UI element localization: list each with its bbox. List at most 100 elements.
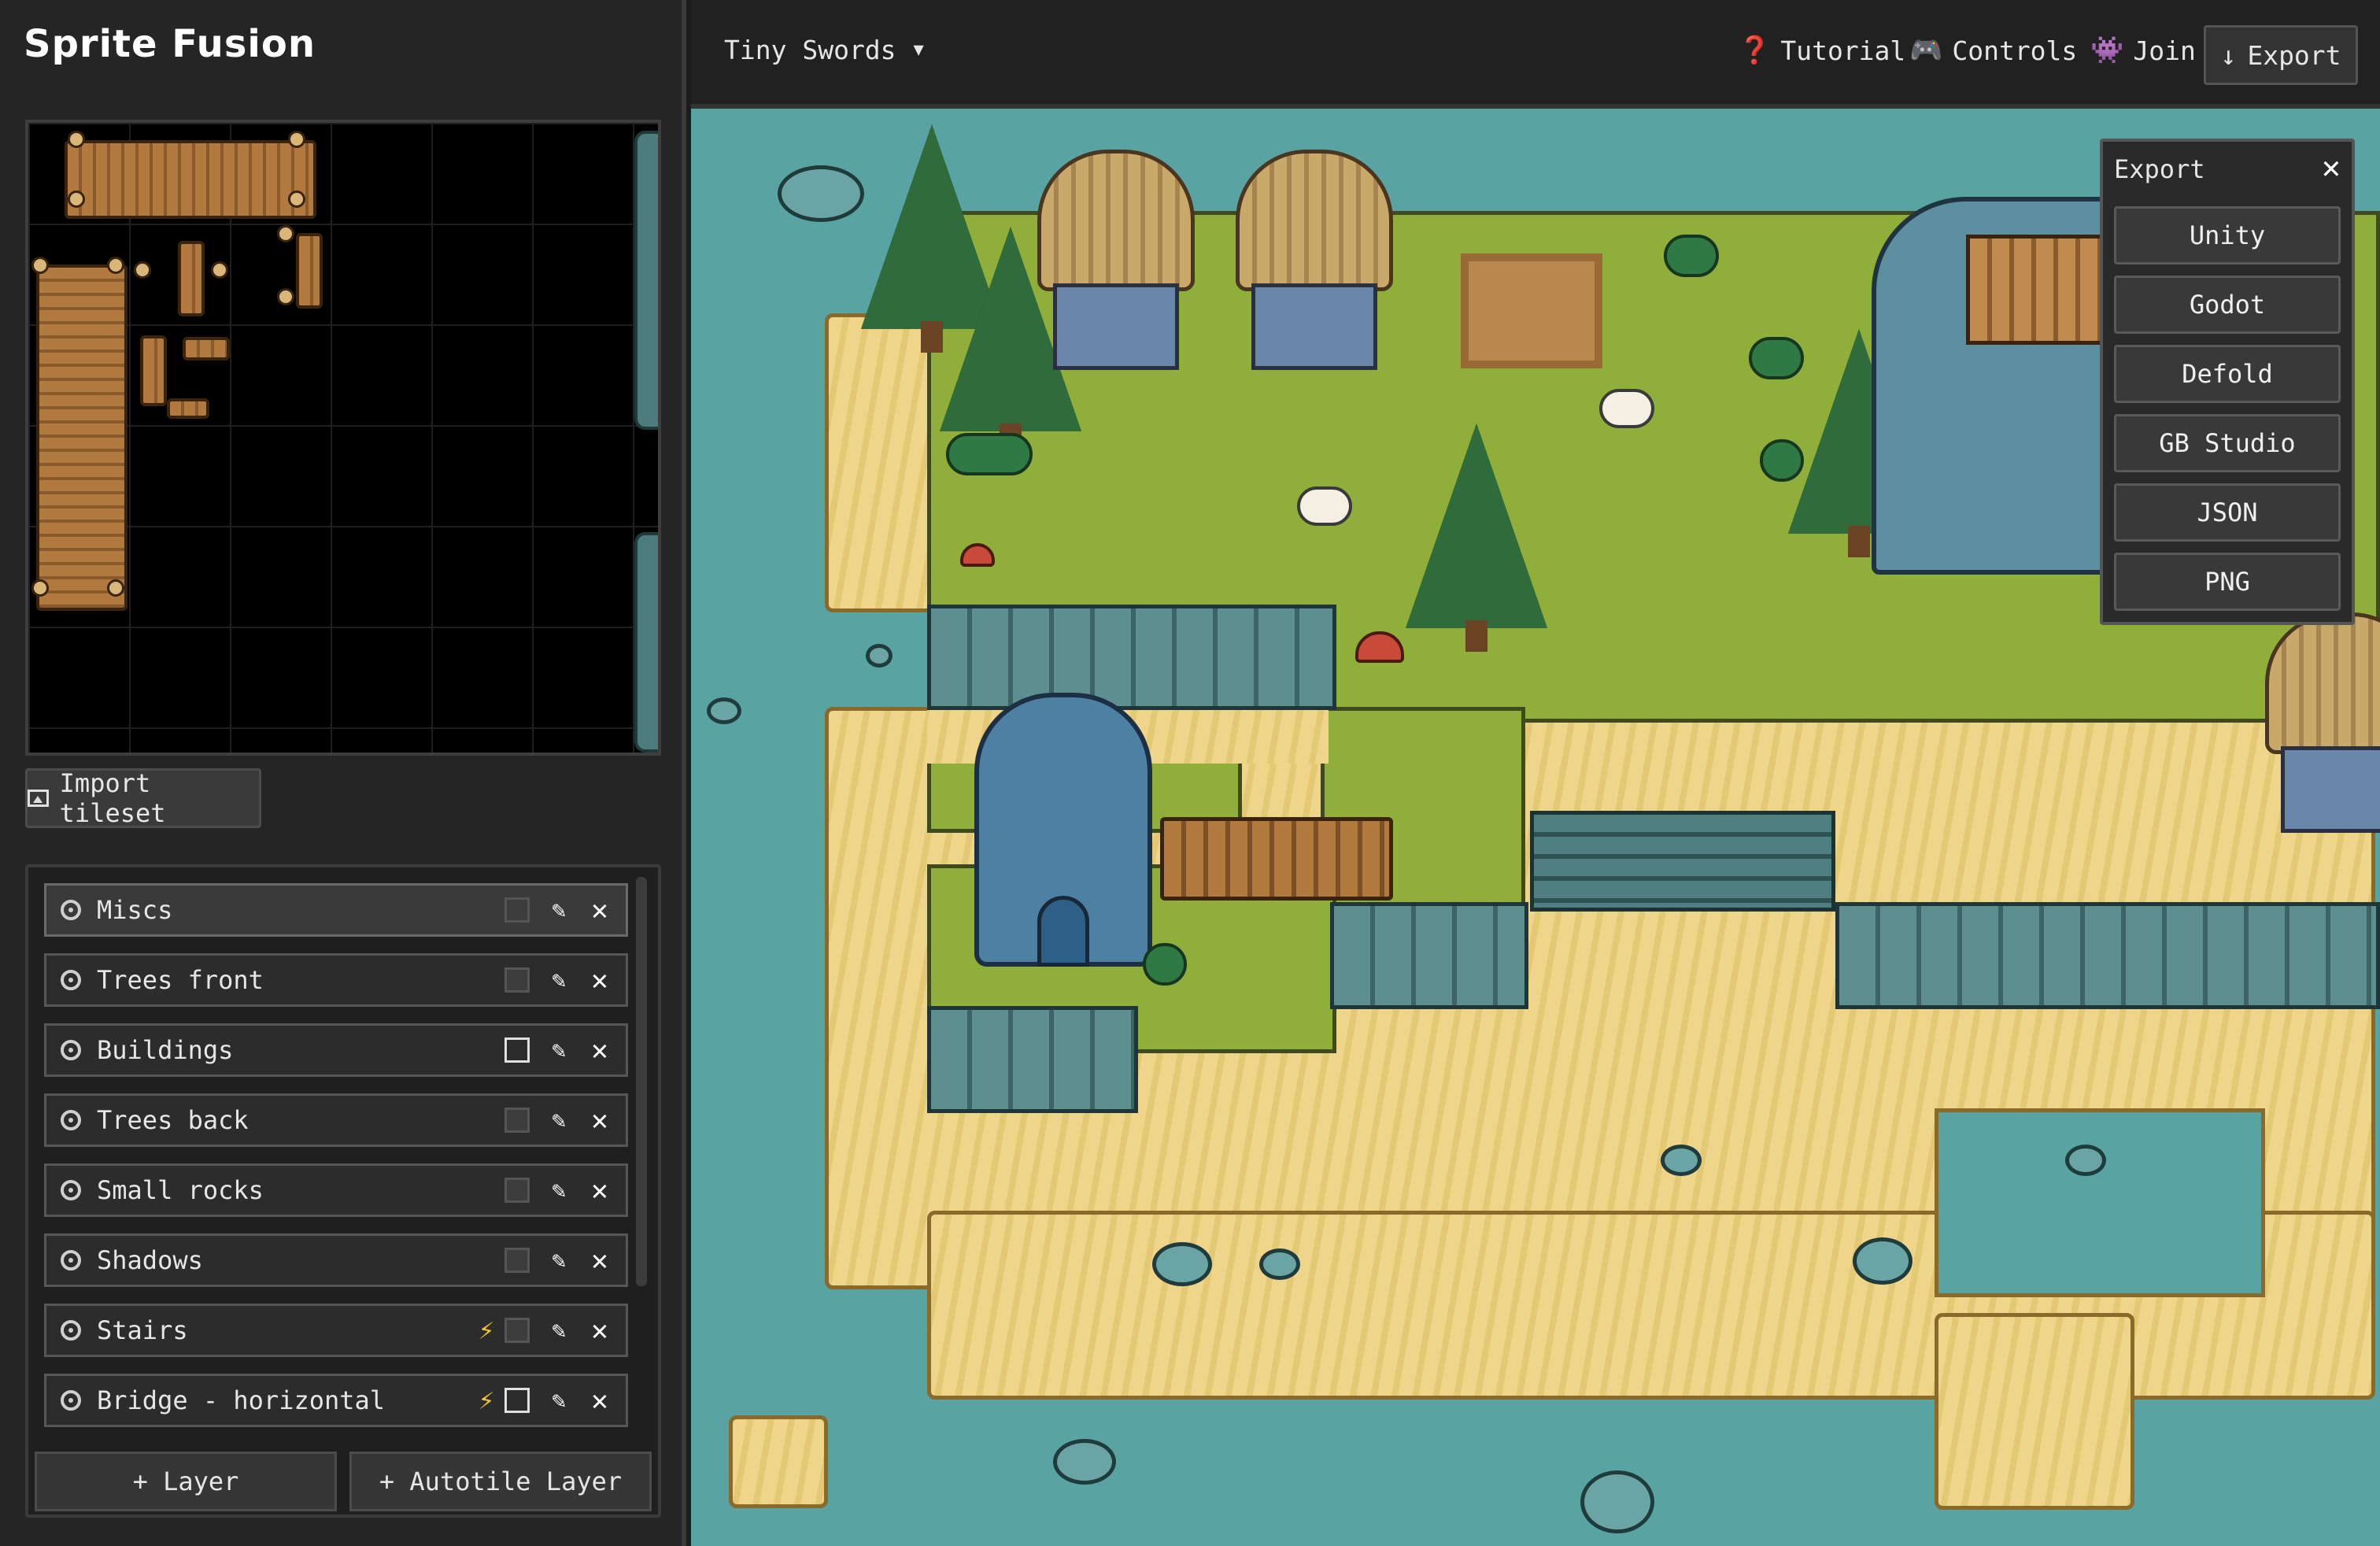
add-autotile-layer-button[interactable]: + Autotile Layer bbox=[349, 1452, 652, 1511]
opacity-toggle-icon[interactable] bbox=[504, 1108, 530, 1133]
add-layer-button[interactable]: + Layer bbox=[35, 1452, 337, 1511]
tileset-preview[interactable] bbox=[25, 120, 661, 756]
export-godot-button[interactable]: Godot bbox=[2114, 276, 2341, 334]
import-tileset-button[interactable]: Import tileset bbox=[25, 768, 261, 828]
tile-plank bbox=[167, 398, 209, 419]
delete-layer-icon[interactable]: ✕ bbox=[588, 1385, 612, 1417]
edit-pencil-icon[interactable]: ✎ bbox=[547, 1387, 571, 1415]
visibility-icon[interactable] bbox=[61, 1320, 81, 1341]
opacity-toggle-icon[interactable] bbox=[504, 1388, 530, 1413]
tile-rock-edge bbox=[634, 131, 658, 430]
visibility-icon[interactable] bbox=[61, 1110, 81, 1130]
export-button[interactable]: ↓ Export bbox=[2204, 25, 2358, 85]
export-unity-button[interactable]: Unity bbox=[2114, 206, 2341, 264]
opacity-toggle-icon[interactable] bbox=[504, 1248, 530, 1273]
delete-layer-icon[interactable]: ✕ bbox=[588, 964, 612, 997]
water-rock bbox=[2065, 1145, 2106, 1176]
export-panel-title: Export bbox=[2114, 154, 2205, 184]
sheep bbox=[1297, 486, 1352, 526]
layer-row[interactable]: Bridge - horizontal ⚡ ✎ ✕ bbox=[44, 1374, 628, 1427]
tower-door bbox=[1037, 896, 1089, 967]
visibility-icon[interactable] bbox=[61, 1180, 81, 1200]
sand-area bbox=[729, 1415, 828, 1508]
tile-peg bbox=[288, 131, 305, 148]
layer-name: Trees back bbox=[97, 1105, 249, 1135]
layers-scrollbar[interactable] bbox=[636, 877, 647, 1286]
autotile-bolt-icon: ⚡ bbox=[478, 1385, 495, 1416]
import-tileset-label: Import tileset bbox=[59, 768, 166, 828]
edit-pencil-icon[interactable]: ✎ bbox=[547, 1107, 571, 1134]
water-rock bbox=[707, 697, 741, 724]
water-rock bbox=[866, 644, 893, 668]
export-png-button[interactable]: PNG bbox=[2114, 553, 2341, 611]
download-arrow-icon: ↓ bbox=[2220, 39, 2237, 71]
layer-name: Stairs bbox=[97, 1315, 188, 1345]
visibility-icon[interactable] bbox=[61, 900, 81, 920]
water-rock bbox=[1053, 1439, 1116, 1485]
layer-row[interactable]: Shadows ✎ ✕ bbox=[44, 1233, 628, 1287]
export-gb-studio-button[interactable]: GB Studio bbox=[2114, 414, 2341, 472]
delete-layer-icon[interactable]: ✕ bbox=[588, 1174, 612, 1207]
opacity-toggle-icon[interactable] bbox=[504, 897, 530, 923]
water-rock bbox=[1580, 1470, 1654, 1533]
tutorial-label: Tutorial bbox=[1780, 35, 1906, 66]
edit-pencil-icon[interactable]: ✎ bbox=[547, 1247, 571, 1274]
opacity-toggle-icon[interactable] bbox=[504, 1037, 530, 1063]
water-inlet bbox=[1935, 1108, 2265, 1297]
delete-layer-icon[interactable]: ✕ bbox=[588, 1315, 612, 1347]
autotile-bolt-icon: ⚡ bbox=[478, 1315, 495, 1346]
layers-panel: Miscs ✎ ✕ Trees front ✎ ✕ Buildings ✎ ✕ bbox=[25, 864, 661, 1518]
tile-post bbox=[178, 241, 205, 316]
export-json-button[interactable]: JSON bbox=[2114, 483, 2341, 542]
edit-pencil-icon[interactable]: ✎ bbox=[547, 1177, 571, 1204]
visibility-icon[interactable] bbox=[61, 970, 81, 990]
bush bbox=[1760, 439, 1804, 482]
layer-name: Shadows bbox=[97, 1245, 203, 1275]
stairs bbox=[1530, 811, 1835, 912]
project-select[interactable]: Tiny Swords ▼ bbox=[724, 35, 924, 65]
thatched-hut bbox=[1037, 150, 1195, 378]
tutorial-link[interactable]: ❓ Tutorial bbox=[1738, 35, 1905, 66]
chevron-down-icon: ▼ bbox=[913, 40, 924, 60]
tile-rock-edge bbox=[634, 532, 658, 753]
close-icon[interactable]: ✕ bbox=[2322, 150, 2341, 186]
edit-pencil-icon[interactable]: ✎ bbox=[547, 1317, 571, 1344]
layer-row[interactable]: Small rocks ✎ ✕ bbox=[44, 1163, 628, 1217]
project-name: Tiny Swords bbox=[724, 35, 896, 65]
layer-row[interactable]: Buildings ✎ ✕ bbox=[44, 1023, 628, 1077]
delete-layer-icon[interactable]: ✕ bbox=[588, 894, 612, 926]
layer-row[interactable]: Stairs ⚡ ✎ ✕ bbox=[44, 1304, 628, 1357]
gamepad-icon: 🎮 bbox=[1909, 35, 1943, 66]
bush bbox=[1664, 235, 1719, 277]
edit-pencil-icon[interactable]: ✎ bbox=[547, 967, 571, 994]
question-icon: ❓ bbox=[1738, 35, 1772, 66]
delete-layer-icon[interactable]: ✕ bbox=[588, 1104, 612, 1137]
layer-name: Miscs bbox=[97, 895, 173, 925]
opacity-toggle-icon[interactable] bbox=[504, 1178, 530, 1203]
tile-peg bbox=[288, 190, 305, 208]
layer-row[interactable]: Miscs ✎ ✕ bbox=[44, 883, 628, 937]
edit-pencil-icon[interactable]: ✎ bbox=[547, 1037, 571, 1064]
layer-row[interactable]: Trees back ✎ ✕ bbox=[44, 1093, 628, 1147]
visibility-icon[interactable] bbox=[61, 1040, 81, 1060]
join-link[interactable]: 👾 Join bbox=[2090, 35, 2196, 66]
visibility-icon[interactable] bbox=[61, 1390, 81, 1411]
discord-icon: 👾 bbox=[2090, 35, 2124, 66]
sand-rock bbox=[1259, 1248, 1300, 1280]
visibility-icon[interactable] bbox=[61, 1250, 81, 1270]
delete-layer-icon[interactable]: ✕ bbox=[588, 1245, 612, 1277]
controls-link[interactable]: 🎮 Controls bbox=[1909, 35, 2077, 66]
layer-list: Miscs ✎ ✕ Trees front ✎ ✕ Buildings ✎ ✕ bbox=[44, 883, 628, 1444]
opacity-toggle-icon[interactable] bbox=[504, 1318, 530, 1343]
opacity-toggle-icon[interactable] bbox=[504, 967, 530, 993]
bush bbox=[946, 433, 1033, 475]
tile-peg bbox=[68, 131, 85, 148]
delete-layer-icon[interactable]: ✕ bbox=[588, 1034, 612, 1067]
bush bbox=[1143, 943, 1187, 986]
water-rock bbox=[1853, 1237, 1913, 1285]
edit-pencil-icon[interactable]: ✎ bbox=[547, 897, 571, 924]
pine-tree bbox=[1406, 423, 1547, 652]
layer-row[interactable]: Trees front ✎ ✕ bbox=[44, 953, 628, 1007]
sheep bbox=[1599, 389, 1654, 428]
export-defold-button[interactable]: Defold bbox=[2114, 345, 2341, 403]
